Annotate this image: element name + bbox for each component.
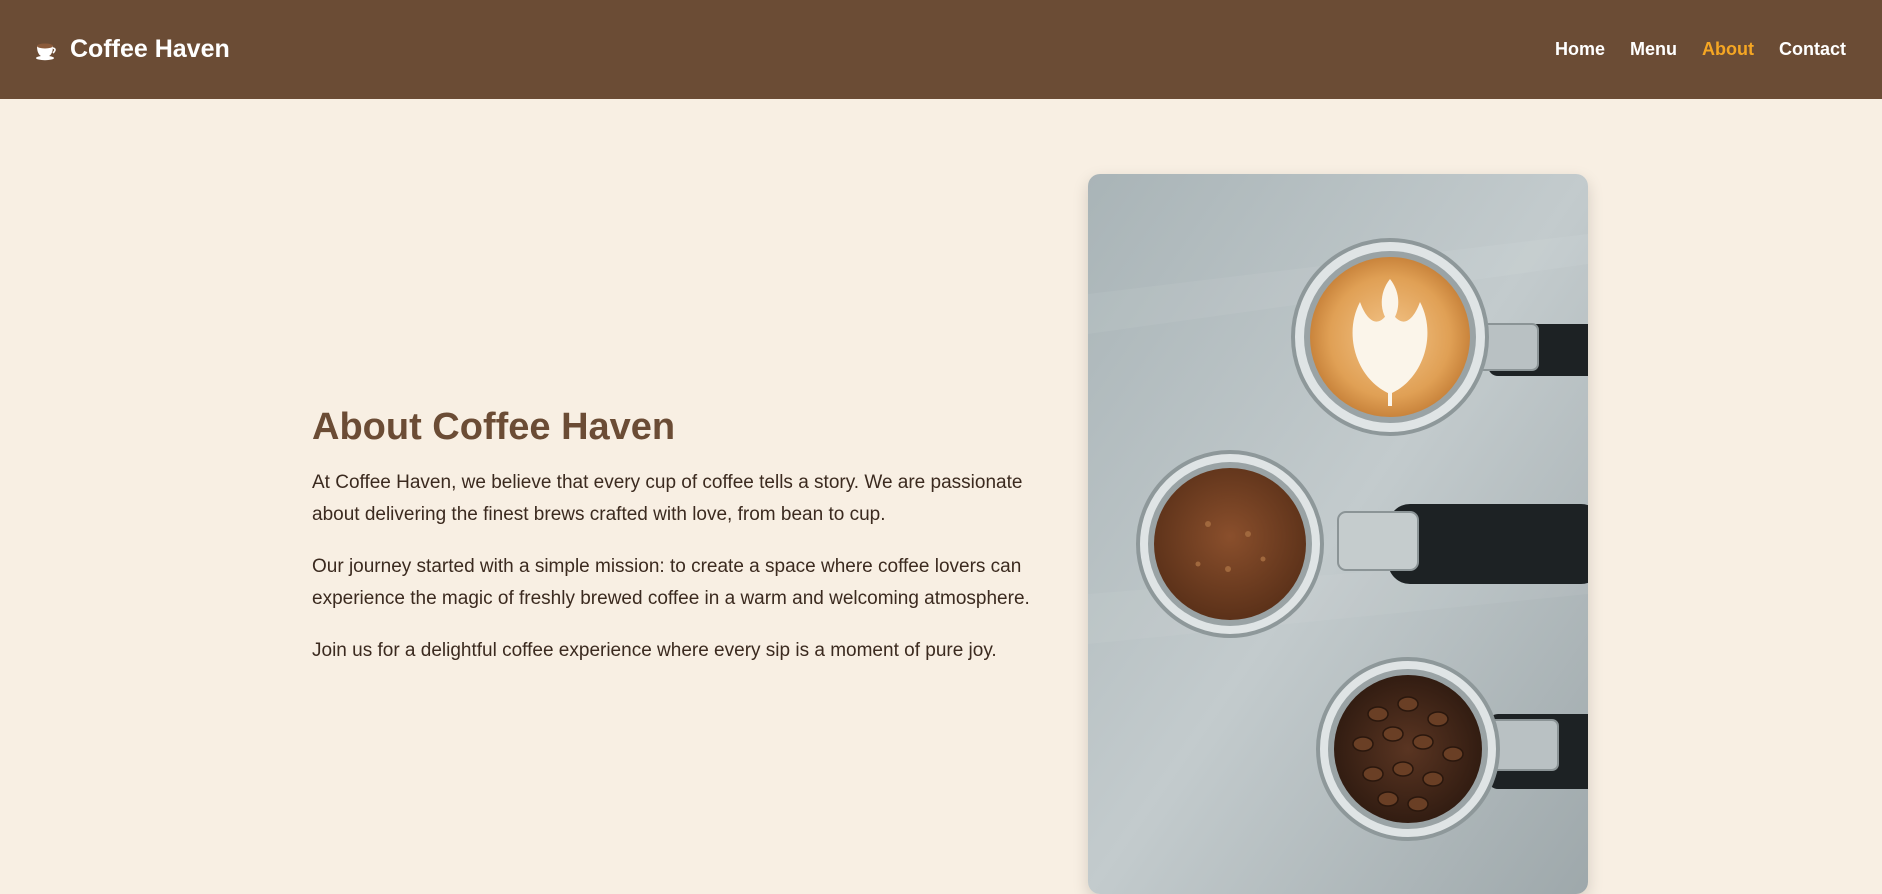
about-paragraph-1: At Coffee Haven, we believe that every c… (312, 472, 1023, 525)
nav-link-about[interactable]: About (1702, 39, 1754, 60)
page-title: About Coffee Haven (312, 406, 676, 448)
about-section: About Coffee Haven At Coffee Haven, we b… (312, 406, 1072, 687)
main-nav: Home Menu About Contact (1555, 39, 1846, 60)
brand-logo[interactable]: Coffee Haven (34, 35, 230, 64)
about-paragraph-2: Our journey started with a simple missio… (312, 556, 1030, 609)
coffee-photo (1088, 174, 1588, 894)
site-header: Coffee Haven Home Menu About Contact (0, 0, 1882, 99)
nav-link-menu[interactable]: Menu (1630, 39, 1677, 60)
coffee-cup-icon (34, 38, 58, 62)
nav-link-contact[interactable]: Contact (1779, 39, 1846, 60)
brand-name: Coffee Haven (70, 35, 230, 63)
nav-link-home[interactable]: Home (1555, 39, 1605, 60)
about-paragraph-3: Join us for a delightful coffee experien… (312, 640, 997, 661)
